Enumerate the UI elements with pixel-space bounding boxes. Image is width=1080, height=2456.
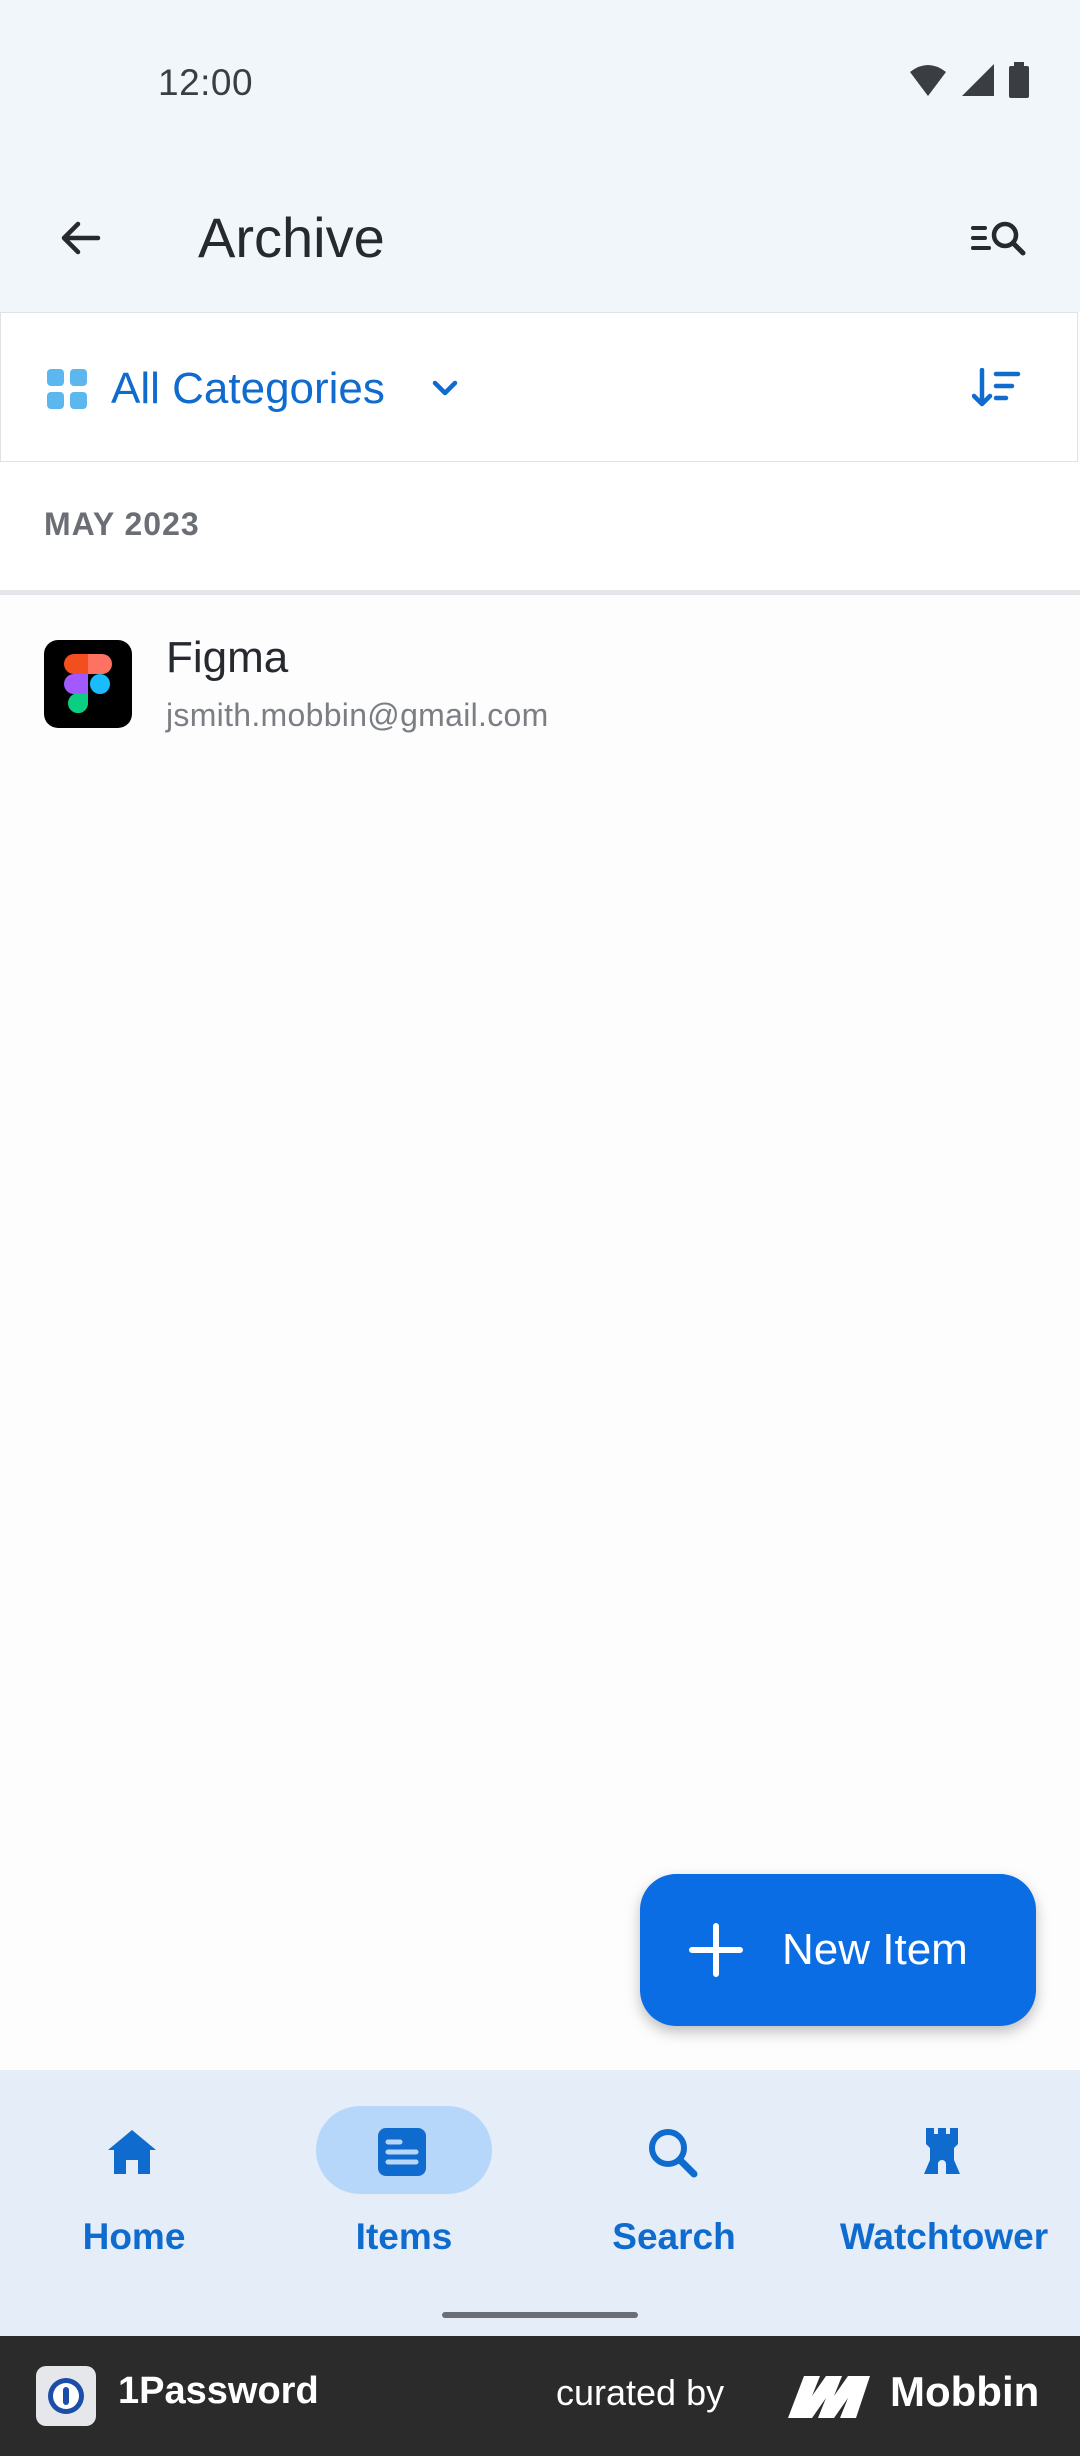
- status-icons: [908, 62, 1030, 98]
- signal-icon: [962, 64, 994, 96]
- arrow-back-icon: [61, 221, 101, 255]
- mobbin-logo-icon: [788, 2376, 870, 2418]
- search-icon: [649, 2129, 698, 2178]
- sort-icon: [972, 368, 1021, 407]
- search-list-button[interactable]: [960, 198, 1040, 278]
- footer-banner: 1Password curated by Mobbin: [0, 2336, 1080, 2456]
- nav-search[interactable]: Search: [548, 2106, 788, 2296]
- app-bar: Archive: [0, 170, 1080, 312]
- footer-curated-by: curated by: [556, 2372, 725, 2413]
- nav-items[interactable]: Items: [278, 2106, 518, 2296]
- wifi-icon: [910, 65, 946, 96]
- grid-icon: [47, 369, 87, 409]
- new-item-label: New Item: [782, 1925, 968, 1974]
- nav-watchtower[interactable]: Watchtower: [818, 2106, 1058, 2296]
- list-item[interactable]: Figma jsmith.mobbin@gmail.com: [0, 595, 1080, 775]
- sort-button[interactable]: [957, 353, 1037, 423]
- items-icon: [378, 2128, 426, 2176]
- category-dropdown[interactable]: All Categories: [111, 359, 385, 419]
- filter-bar: All Categories: [0, 312, 1078, 462]
- battery-icon: [1009, 62, 1029, 98]
- item-title: Figma: [166, 633, 289, 682]
- home-indicator: [442, 2312, 638, 2318]
- new-item-button[interactable]: New Item: [640, 1874, 1036, 2026]
- status-time: 12:00: [158, 62, 254, 103]
- page-title: Archive: [198, 206, 385, 269]
- nav-watchtower-label: Watchtower: [839, 2216, 1049, 2257]
- 1password-logo-icon: [36, 2366, 96, 2426]
- chevron-down-icon[interactable]: [425, 369, 465, 409]
- bottom-nav: Home Items Search Watchtower: [0, 2070, 1080, 2336]
- home-icon: [108, 2130, 156, 2174]
- figma-icon: [44, 640, 132, 728]
- footer-app-name: 1Password: [118, 2370, 319, 2412]
- plus-icon: [689, 1923, 743, 1977]
- status-bar: 12:00: [0, 0, 1080, 170]
- item-subtitle: jsmith.mobbin@gmail.com: [166, 697, 549, 733]
- section-header: MAY 2023: [0, 462, 1080, 590]
- footer-brand: Mobbin: [890, 2368, 1040, 2415]
- nav-home-label: Home: [82, 2216, 186, 2257]
- list-search-icon: [971, 221, 1026, 256]
- watchtower-icon: [924, 2128, 960, 2174]
- nav-search-label: Search: [612, 2216, 736, 2257]
- nav-items-label: Items: [355, 2216, 453, 2257]
- section-label: MAY 2023: [44, 506, 200, 542]
- back-button[interactable]: [40, 198, 120, 278]
- nav-home[interactable]: Home: [8, 2106, 248, 2296]
